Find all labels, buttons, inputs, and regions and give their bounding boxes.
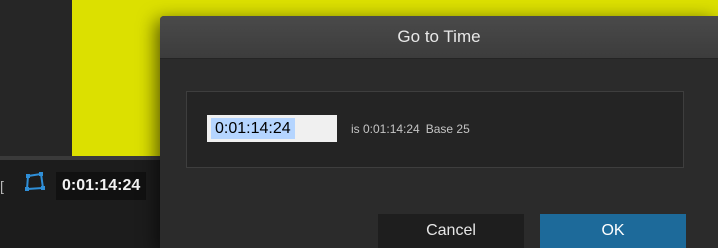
dialog-title: Go to Time	[397, 27, 481, 46]
go-to-time-dialog: Go to Time 0:01:14:24 is 0:01:14:24 Base …	[160, 16, 718, 248]
bracket-glyph: [	[0, 178, 4, 194]
time-entry-panel: 0:01:14:24 is 0:01:14:24 Base 25	[186, 91, 684, 168]
dialog-titlebar[interactable]: Go to Time	[160, 16, 718, 59]
current-time-display[interactable]: 0:01:14:24	[56, 172, 147, 200]
time-input[interactable]: 0:01:14:24	[207, 115, 337, 142]
cancel-button[interactable]: Cancel	[378, 214, 524, 248]
project-panel	[0, 0, 72, 160]
mask-shape-icon[interactable]	[24, 171, 46, 193]
ok-button[interactable]: OK	[540, 214, 686, 248]
time-info: is 0:01:14:24 Base 25	[351, 121, 470, 137]
time-input-value: 0:01:14:24	[211, 118, 295, 139]
time-info-text: is 0:01:14:24	[351, 122, 420, 136]
time-base-text: Base 25	[425, 122, 470, 136]
